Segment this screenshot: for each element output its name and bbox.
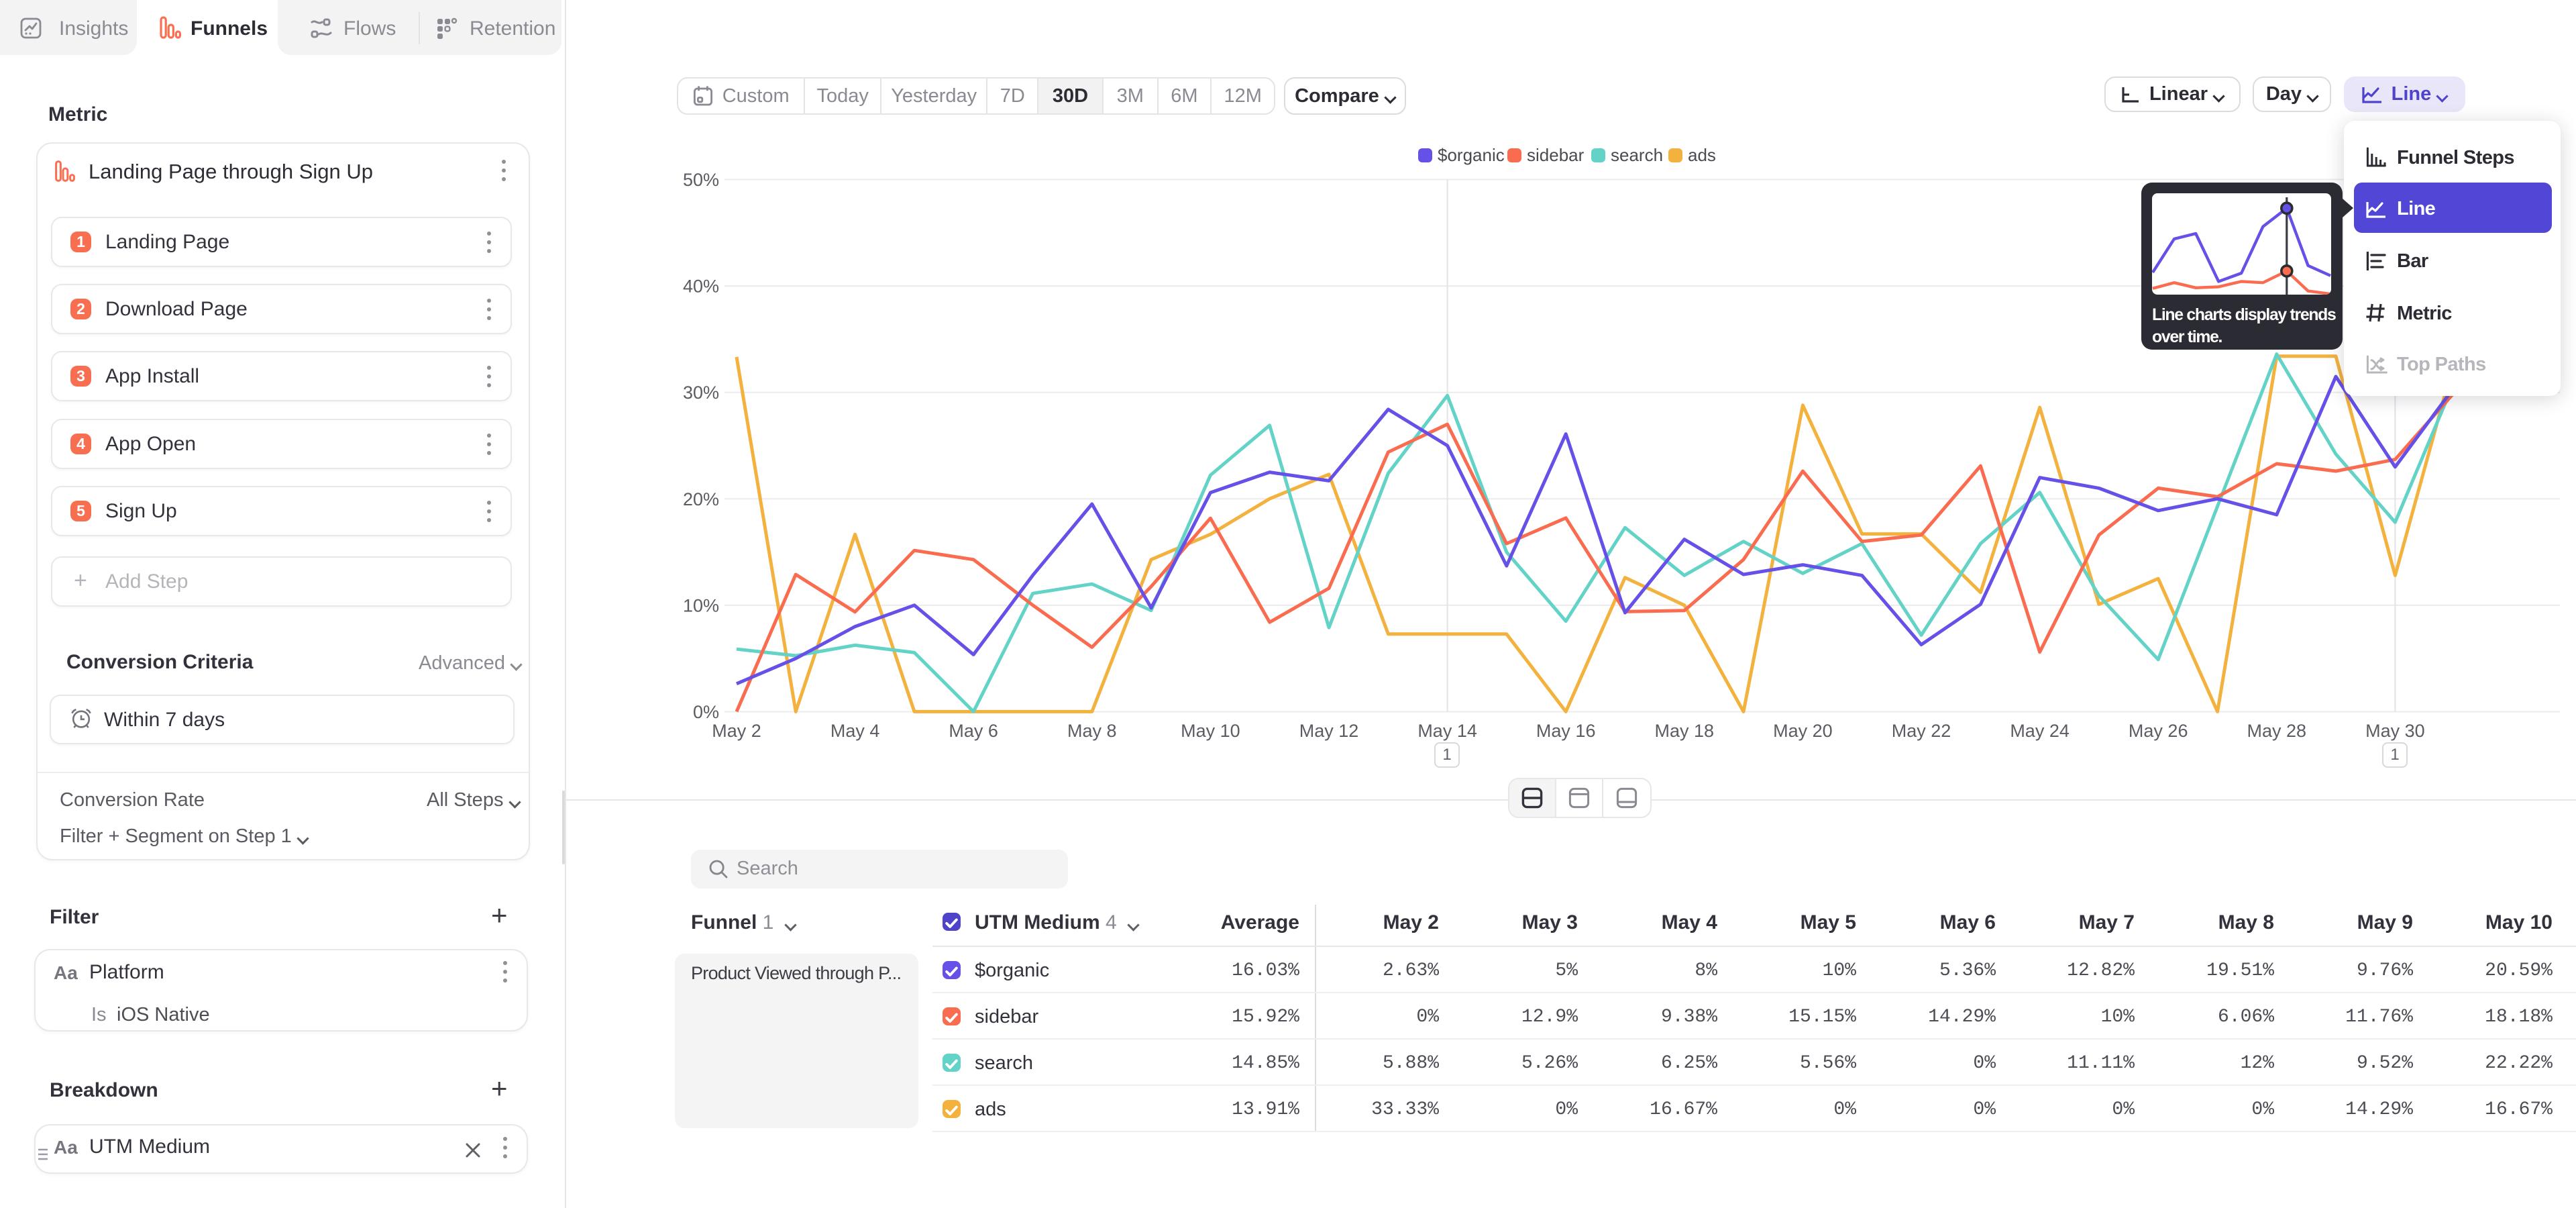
svg-text:0%: 0% [693, 702, 719, 722]
svg-text:May 10: May 10 [1181, 721, 1240, 741]
svg-text:May 16: May 16 [1536, 721, 1596, 741]
svg-text:May 22: May 22 [1892, 721, 1951, 741]
svg-text:May 26: May 26 [2129, 721, 2188, 741]
svg-text:May 14: May 14 [1417, 721, 1477, 741]
svg-text:20%: 20% [683, 489, 719, 509]
svg-text:May 4: May 4 [830, 721, 880, 741]
svg-text:May 18: May 18 [1655, 721, 1715, 741]
svg-text:May 30: May 30 [2365, 721, 2425, 741]
svg-text:50%: 50% [683, 170, 719, 190]
svg-text:May 8: May 8 [1067, 721, 1117, 741]
svg-text:10%: 10% [683, 595, 719, 615]
svg-text:May 2: May 2 [712, 721, 761, 741]
svg-text:May 24: May 24 [2010, 721, 2070, 741]
svg-text:May 6: May 6 [949, 721, 998, 741]
svg-text:40%: 40% [683, 276, 719, 297]
svg-text:30%: 30% [683, 383, 719, 403]
svg-text:May 12: May 12 [1299, 721, 1359, 741]
svg-text:May 28: May 28 [2247, 721, 2307, 741]
svg-text:May 20: May 20 [1773, 721, 1833, 741]
